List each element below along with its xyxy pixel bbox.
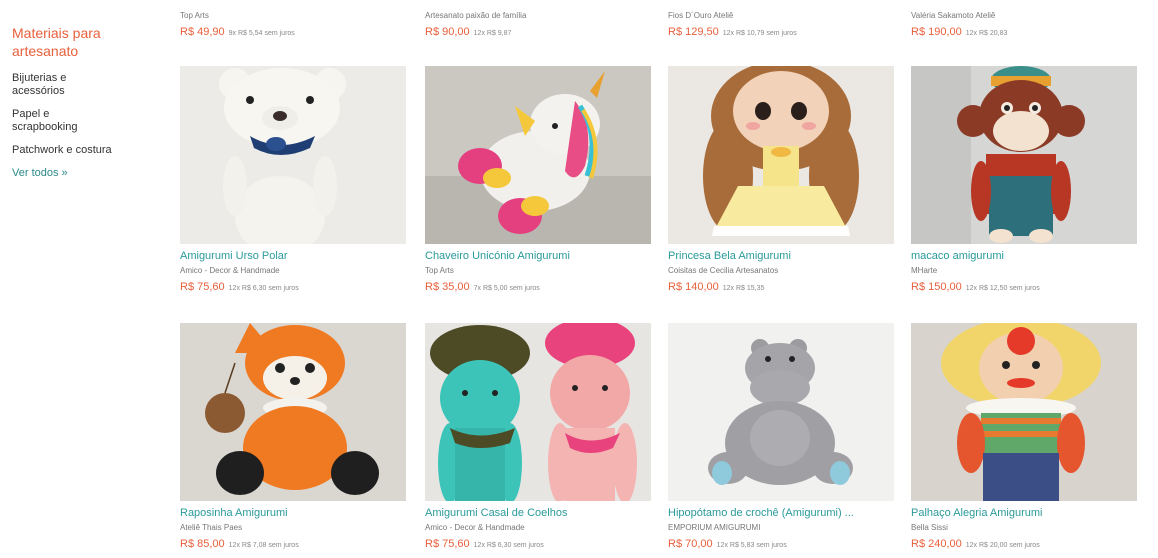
product-installments: 12x R$ 20,00 sem juros [965, 542, 1040, 549]
product-installments: 7x R$ 5,00 sem juros [473, 285, 540, 292]
product-seller[interactable]: Bella Sissi [911, 522, 1158, 533]
product-seller[interactable]: Valéria Sakamoto Ateliê [911, 10, 1158, 21]
product-image-monkey[interactable] [911, 66, 1137, 244]
product-seller[interactable]: Top Arts [425, 265, 675, 276]
product-installments: 12x R$ 9,87 [473, 30, 512, 37]
product-title[interactable]: Amigurumi Urso Polar [180, 250, 415, 263]
product-title[interactable]: macaco amigurumi [911, 250, 1146, 263]
product-price: R$ 75,60 [180, 281, 225, 293]
product-seller[interactable]: Ateliê Thais Paes [180, 522, 430, 533]
product-title[interactable]: Amigurumi Casal de Coelhos [425, 507, 660, 520]
product-image-unicorn[interactable] [425, 66, 651, 244]
sidebar-item-bijuterias[interactable]: Bijuterias e acessórios [12, 72, 112, 98]
product-installments: 12x R$ 6,30 sem juros [228, 285, 299, 292]
product-price: R$ 240,00 [911, 538, 962, 550]
product-seller[interactable]: EMPORIUM AMIGURUMI [668, 522, 918, 533]
product-price: R$ 85,00 [180, 538, 225, 550]
product-price: R$ 140,00 [668, 281, 719, 293]
product-price: R$ 129,50 [668, 26, 719, 38]
product-seller[interactable]: Fios D´Ouro Ateliê [668, 10, 918, 21]
product-image-hippo[interactable] [668, 323, 894, 501]
product-seller[interactable]: Top Arts [180, 10, 430, 21]
product-price: R$ 49,90 [180, 26, 225, 38]
product-installments: 12x R$ 10,79 sem juros [722, 30, 797, 37]
product-title[interactable]: Palhaço Alegria Amigurumi [911, 507, 1146, 520]
product-seller[interactable]: Artesanato paixão de família [425, 10, 675, 21]
product-title[interactable]: Chaveiro Unicónio Amigurumi [425, 250, 660, 263]
product-installments: 12x R$ 7,08 sem juros [228, 542, 299, 549]
product-price: R$ 90,00 [425, 26, 470, 38]
product-installments: 12x R$ 12,50 sem juros [965, 285, 1040, 292]
fox-image [180, 323, 406, 501]
polar-bear-image [180, 66, 406, 244]
product-installments: 12x R$ 20,83 [965, 30, 1008, 37]
product-seller[interactable]: Amico - Decor & Handmade [180, 265, 430, 276]
product-image-polar-bear[interactable] [180, 66, 406, 244]
product-image-clown[interactable] [911, 323, 1137, 501]
product-installments: 9x R$ 5,54 sem juros [228, 30, 295, 37]
product-title[interactable]: Hipopótamo de crochê (Amigurumi) ... [668, 507, 903, 520]
sidebar-item-papel[interactable]: Papel e scrapbooking [12, 108, 112, 134]
clown-image [911, 323, 1137, 501]
product-price: R$ 190,00 [911, 26, 962, 38]
see-all-link[interactable]: Ver todos » [12, 167, 152, 179]
product-price: R$ 75,60 [425, 538, 470, 550]
product-row-partial: Top Arts R$ 49,90 9x R$ 5,54 sem juros Ar… [0, 0, 1158, 50]
product-installments: 12x R$ 5,83 sem juros [716, 542, 787, 549]
product-image-bunnies[interactable] [425, 323, 651, 501]
hippo-image [668, 323, 894, 501]
product-title[interactable]: Princesa Bela Amigurumi [668, 250, 903, 263]
unicorn-image [425, 66, 651, 244]
bunny-couple-image [425, 323, 651, 501]
product-price: R$ 35,00 [425, 281, 470, 293]
product-image-fox[interactable] [180, 323, 406, 501]
monkey-image [911, 66, 1137, 244]
product-price: R$ 70,00 [668, 538, 713, 550]
product-installments: 12x R$ 15,35 [722, 285, 765, 292]
product-price: R$ 150,00 [911, 281, 962, 293]
princess-doll-image [668, 66, 894, 244]
product-title[interactable]: Raposinha Amigurumi [180, 507, 415, 520]
product-installments: 12x R$ 6,30 sem juros [473, 542, 544, 549]
product-seller[interactable]: Amico - Decor & Handmade [425, 522, 675, 533]
product-seller[interactable]: MHarte [911, 265, 1158, 276]
sidebar-item-patchwork[interactable]: Patchwork e costura [12, 144, 112, 157]
product-seller[interactable]: Coisitas de Cecilia Artesanatos [668, 265, 918, 276]
product-image-princess[interactable] [668, 66, 894, 244]
